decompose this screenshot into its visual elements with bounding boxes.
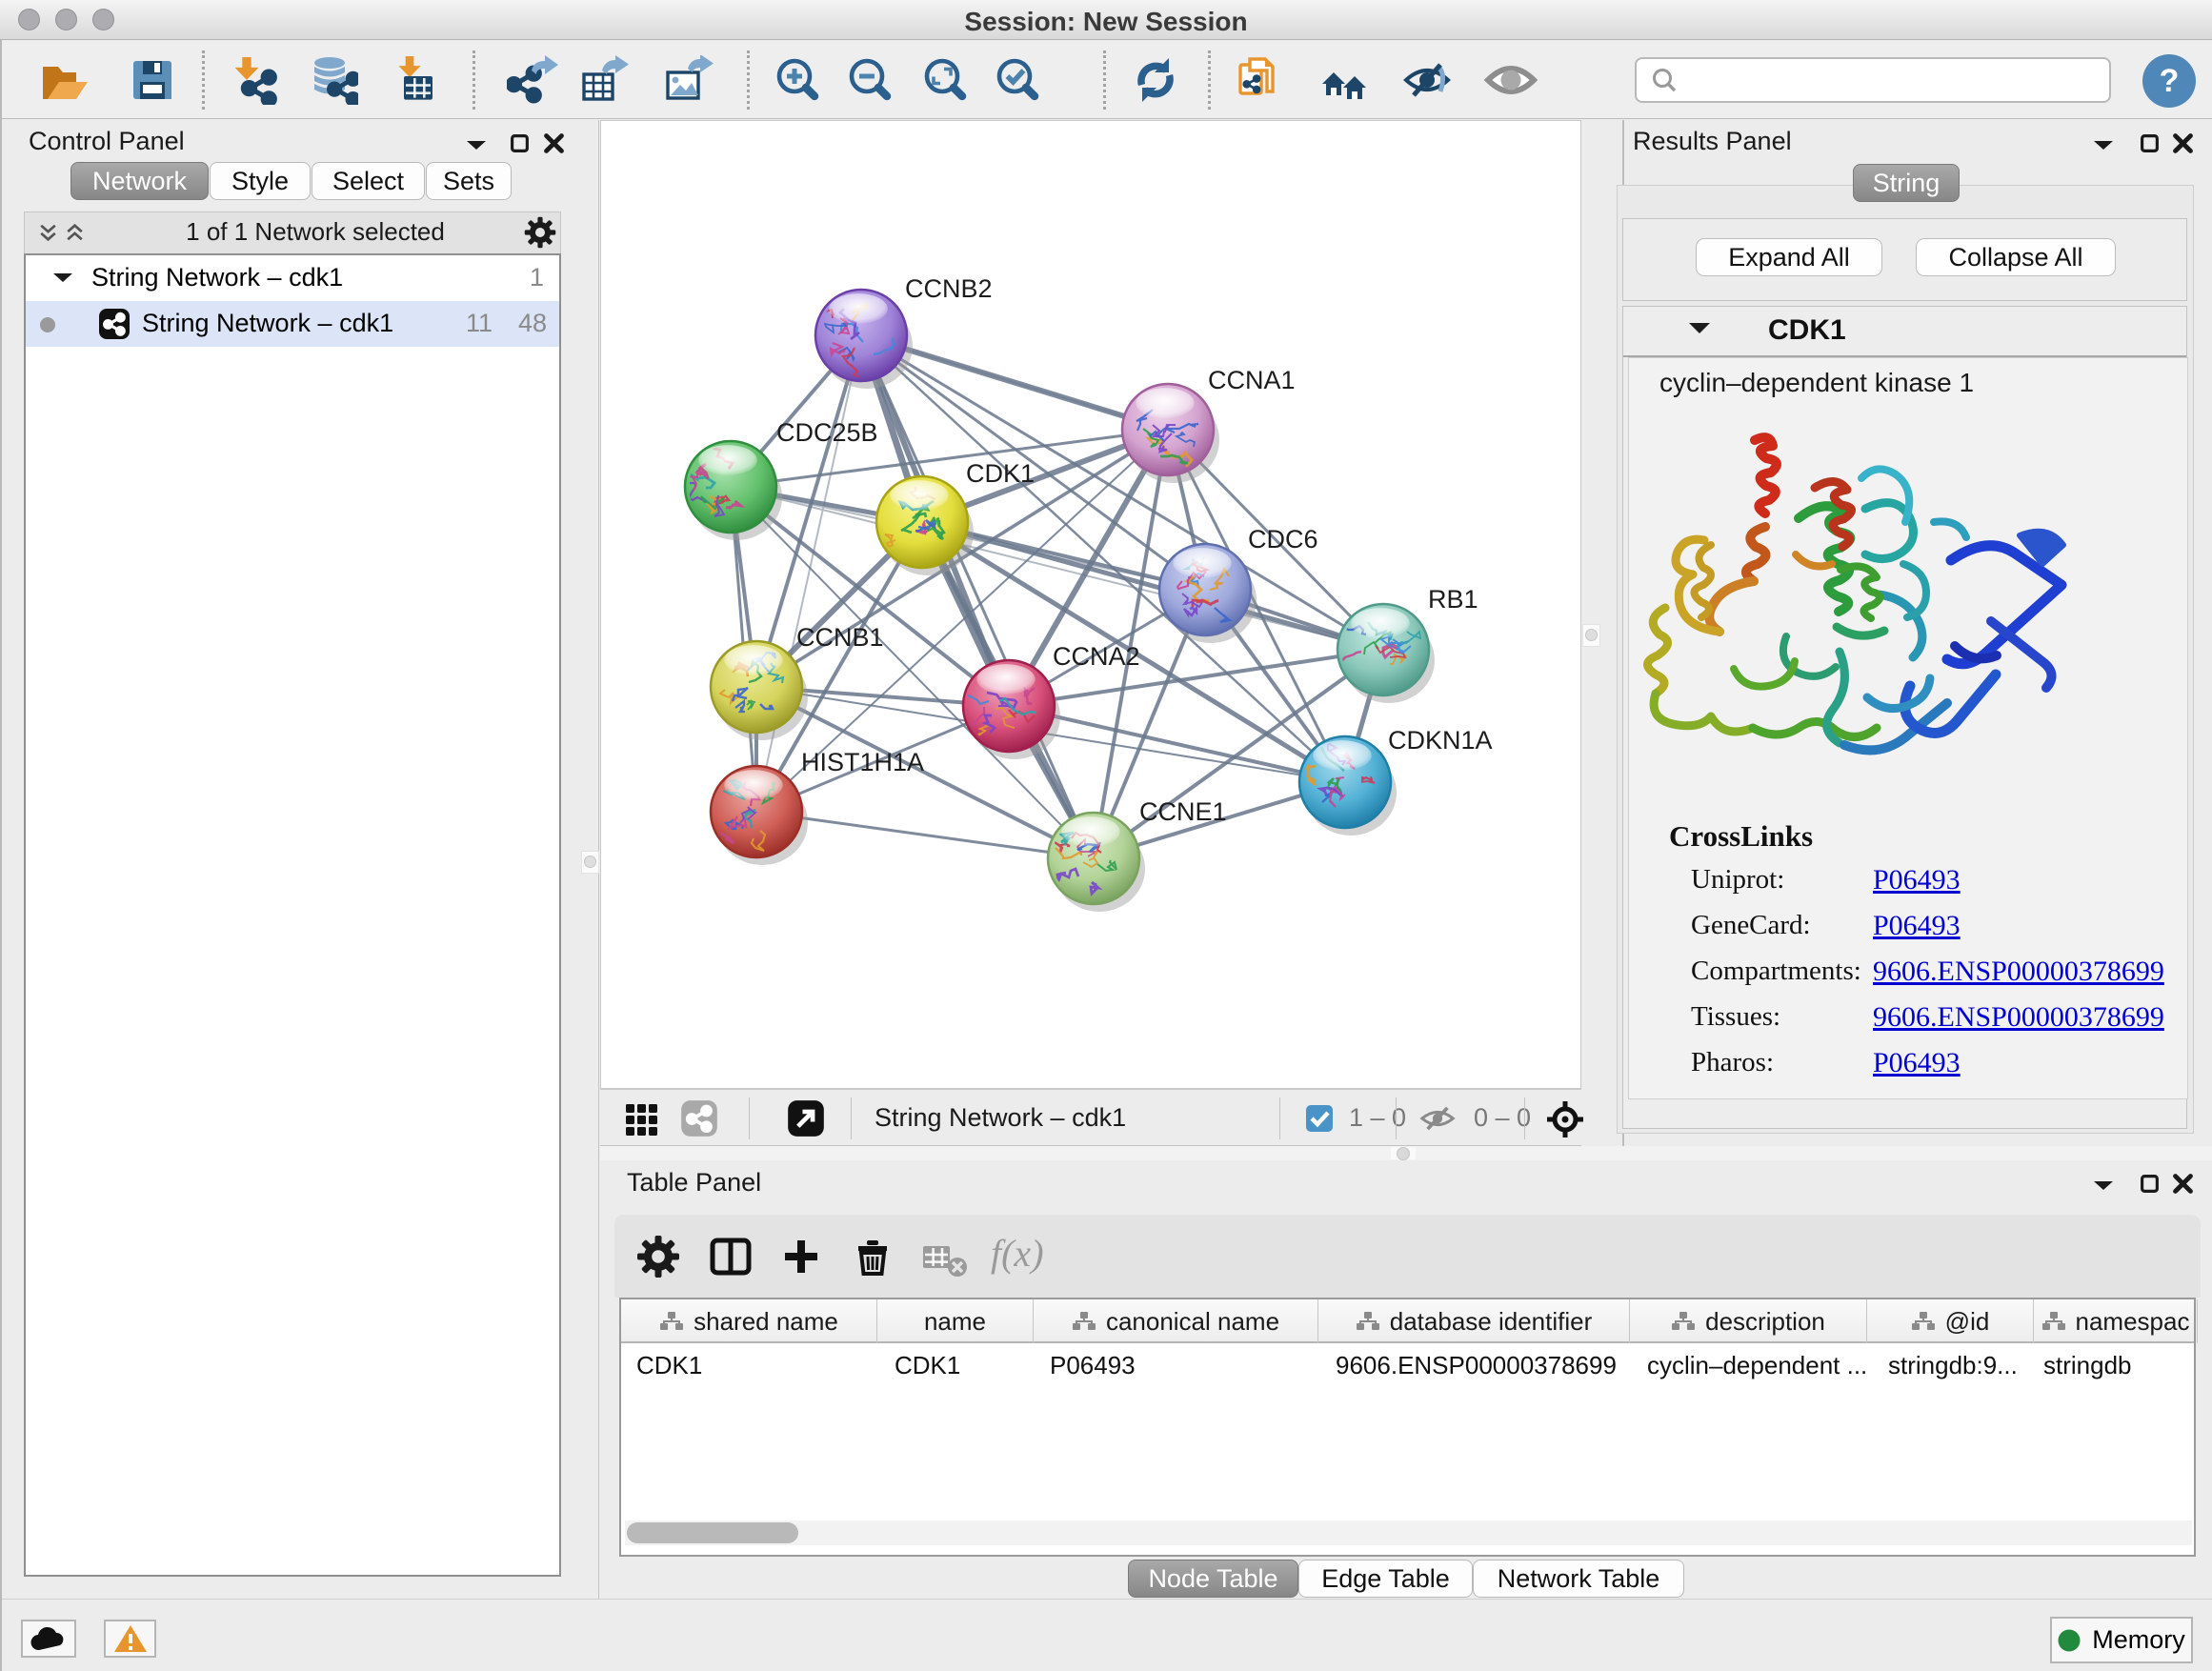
svg-text:?: ?: [2160, 63, 2180, 99]
svg-text:HIST1H1A: HIST1H1A: [801, 748, 924, 776]
svg-text:CCNA1: CCNA1: [1208, 366, 1296, 394]
svg-text:RB1: RB1: [1428, 585, 1478, 614]
svg-text:CCNB1: CCNB1: [796, 623, 884, 652]
svg-text:CDKN1A: CDKN1A: [1388, 726, 1493, 755]
svg-text:CCNA2: CCNA2: [1053, 642, 1140, 671]
svg-text:CCNE1: CCNE1: [1139, 797, 1227, 826]
svg-text:CDC6: CDC6: [1248, 525, 1318, 554]
svg-text:CCNB2: CCNB2: [905, 274, 993, 303]
svg-text:CDK1: CDK1: [966, 459, 1035, 488]
svg-text:CDC25B: CDC25B: [776, 418, 878, 447]
